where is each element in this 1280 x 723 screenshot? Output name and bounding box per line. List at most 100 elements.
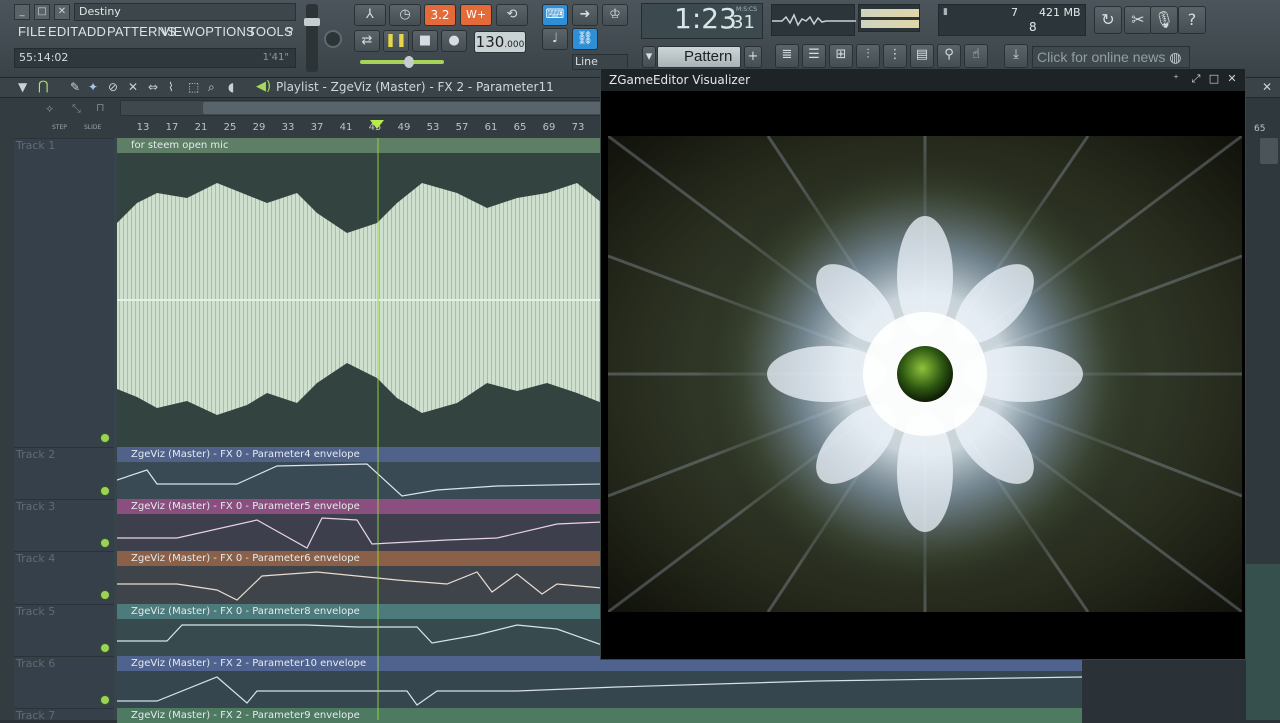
tempo-display[interactable]: 130.000 bbox=[474, 31, 526, 53]
envelope-clip-header[interactable]: ZgeViz (Master) - FX 0 - Parameter6 enve… bbox=[117, 551, 602, 566]
master-volume-slider[interactable] bbox=[304, 4, 320, 72]
menu-view[interactable]: VIEW bbox=[161, 24, 195, 39]
maximize-icon[interactable]: □ bbox=[1207, 72, 1221, 86]
online-news-panel[interactable]: Click for online news ◍ bbox=[1032, 46, 1190, 68]
channel-rack-icon[interactable]: ☰ bbox=[802, 44, 826, 68]
vertical-scroll-strip[interactable]: 65 ✕ bbox=[1246, 80, 1280, 720]
playhead-marker-icon[interactable] bbox=[370, 120, 384, 130]
delete-tool-icon[interactable]: ⊘ bbox=[108, 80, 118, 94]
track-header-4[interactable]: Track 4 bbox=[14, 551, 114, 604]
envelope-clip-header[interactable]: ZgeViz (Master) - FX 0 - Parameter5 enve… bbox=[117, 499, 602, 514]
song-time-display[interactable]: 1:23 31 M:S:CS bbox=[641, 2, 763, 39]
track-header-1[interactable]: Track 1 bbox=[14, 138, 114, 447]
minimize-icon[interactable]: _ bbox=[14, 4, 30, 20]
typing-keyboard-icon[interactable]: ⌨ bbox=[542, 4, 568, 26]
track-header-3[interactable]: Track 3 bbox=[14, 499, 114, 551]
envelope-clip-body[interactable] bbox=[117, 671, 1083, 708]
pattern-prev-icon[interactable]: ▾ bbox=[642, 46, 656, 68]
track-header-2[interactable]: Track 2 bbox=[14, 447, 114, 499]
track-enable-icon[interactable] bbox=[100, 433, 110, 443]
close-icon[interactable]: ✕ bbox=[54, 4, 70, 20]
menu-options[interactable]: OPTIONS bbox=[195, 24, 255, 39]
mixer-icon[interactable]: ⫶ bbox=[856, 44, 880, 68]
audio-waveform[interactable] bbox=[117, 153, 602, 447]
arrow-right-icon[interactable]: ➜ bbox=[572, 4, 598, 26]
slice-tool-icon[interactable]: ⌇ bbox=[168, 80, 174, 94]
blend-notes-button[interactable]: W+ bbox=[460, 4, 492, 26]
pitch-knob[interactable] bbox=[404, 56, 414, 68]
select-tool-icon[interactable]: ⬚ bbox=[188, 80, 199, 94]
step-edit-button[interactable]: 3.2 bbox=[424, 4, 456, 26]
master-pitch-knob[interactable] bbox=[324, 30, 342, 48]
arrange-icon[interactable]: ⤡ bbox=[72, 102, 81, 116]
track-scroll-strip[interactable] bbox=[0, 138, 14, 720]
track-header-5[interactable]: Track 5 bbox=[14, 604, 114, 656]
audio-clip-header[interactable]: for steem open mic bbox=[117, 138, 602, 153]
envelope-clip-header[interactable]: ZgeViz (Master) - FX 0 - Parameter8 enve… bbox=[117, 604, 602, 619]
menu-help[interactable]: ? bbox=[286, 24, 293, 39]
metronome-icon[interactable]: ⅄ bbox=[354, 4, 386, 26]
magnet-icon[interactable]: ⋂ bbox=[38, 79, 49, 94]
loop-record-icon[interactable]: ⟲ bbox=[496, 4, 528, 26]
horizontal-scrollbar[interactable] bbox=[120, 100, 603, 116]
track-enable-icon[interactable] bbox=[100, 538, 110, 548]
cut-icon[interactable]: ✂ bbox=[1124, 6, 1152, 34]
stop-button[interactable]: ■ bbox=[412, 30, 438, 52]
piano-icon[interactable]: ⊓ bbox=[96, 101, 105, 114]
playlist-icon[interactable]: ≣ bbox=[775, 44, 799, 68]
playlist-menu-icon[interactable]: ▼ bbox=[18, 80, 27, 94]
link-icon[interactable]: ⛓ bbox=[572, 28, 598, 50]
envelope-clip-header[interactable]: ZgeViz (Master) - FX 2 - Parameter9 enve… bbox=[117, 708, 1082, 723]
slip-tool-icon[interactable]: ⇔ bbox=[148, 80, 158, 94]
envelope-clip-body[interactable] bbox=[116, 462, 603, 499]
draw-tool-icon[interactable]: ✎ bbox=[70, 80, 80, 94]
pattern-selector[interactable]: Pattern 1 bbox=[657, 46, 741, 85]
browser-icon[interactable]: ⋮ bbox=[883, 44, 907, 68]
track-enable-icon[interactable] bbox=[100, 486, 110, 496]
visualizer-window[interactable]: ZGameEditor Visualizer ⁺ ⤢ □ ✕ bbox=[600, 68, 1246, 660]
pattern-view-icon[interactable]: ⟡ bbox=[46, 102, 53, 116]
fullscreen-icon[interactable]: ⤢ bbox=[1189, 72, 1203, 86]
undo-icon[interactable]: ↻ bbox=[1094, 6, 1122, 34]
help-icon[interactable]: ? bbox=[1178, 6, 1206, 34]
menu-file[interactable]: FILE bbox=[18, 24, 46, 39]
plugin-icon[interactable]: ⚲ bbox=[937, 44, 961, 68]
close-icon[interactable]: ✕ bbox=[1225, 72, 1239, 86]
piano-roll-icon[interactable]: ⊞ bbox=[829, 44, 853, 68]
menu-add[interactable]: ADD bbox=[78, 24, 106, 39]
playback-tool-icon[interactable]: ◖ bbox=[228, 80, 234, 94]
microphone-icon[interactable]: 🎙 bbox=[1150, 6, 1178, 34]
track-header-6[interactable]: Track 6 bbox=[14, 656, 114, 708]
file-icon[interactable]: ▤ bbox=[910, 44, 934, 68]
download-icon[interactable]: ⤓ bbox=[1004, 44, 1028, 68]
playlist-close-icon[interactable]: ✕ bbox=[1262, 80, 1272, 94]
ruler-mark: 65 bbox=[513, 122, 527, 133]
mute-tool-icon[interactable]: ✕ bbox=[128, 80, 138, 94]
menu-edit[interactable]: EDIT bbox=[48, 24, 78, 39]
pause-button[interactable]: ❚❚ bbox=[383, 30, 409, 52]
envelope-clip-body[interactable] bbox=[117, 619, 603, 656]
master-pitch-slider[interactable] bbox=[360, 56, 444, 68]
scrollbar-thumb[interactable] bbox=[203, 102, 603, 114]
touch-icon[interactable]: ☝ bbox=[964, 44, 988, 68]
maximize-icon[interactable]: □ bbox=[34, 4, 50, 20]
envelope-clip-body[interactable] bbox=[117, 566, 603, 604]
add-pattern-button[interactable]: + bbox=[744, 46, 762, 68]
pin-icon[interactable]: ⁺ bbox=[1169, 72, 1183, 86]
song-mode-icon[interactable]: ⇄ bbox=[354, 30, 380, 52]
track-enable-icon[interactable] bbox=[100, 643, 110, 653]
envelope-clip-body[interactable] bbox=[117, 514, 603, 551]
volume-knob[interactable] bbox=[304, 18, 320, 26]
vertical-scrollbar-thumb[interactable] bbox=[1260, 138, 1278, 164]
envelope-clip-header[interactable]: ZgeViz (Master) - FX 0 - Parameter4 enve… bbox=[117, 447, 602, 462]
paint-tool-icon[interactable]: ✦ bbox=[88, 80, 98, 94]
draw-icon[interactable]: ♩ bbox=[542, 28, 568, 50]
record-button[interactable]: ● bbox=[441, 30, 467, 52]
wait-for-input-icon[interactable]: ♔ bbox=[602, 4, 628, 26]
zoom-tool-icon[interactable]: ⌕ bbox=[208, 80, 215, 95]
visualizer-titlebar[interactable]: ZGameEditor Visualizer ⁺ ⤢ □ ✕ bbox=[601, 69, 1245, 91]
track-enable-icon[interactable] bbox=[100, 695, 110, 705]
track-header-7[interactable]: Track 7 bbox=[14, 708, 114, 722]
countdown-icon[interactable]: ◷ bbox=[389, 4, 421, 26]
track-enable-icon[interactable] bbox=[100, 590, 110, 600]
